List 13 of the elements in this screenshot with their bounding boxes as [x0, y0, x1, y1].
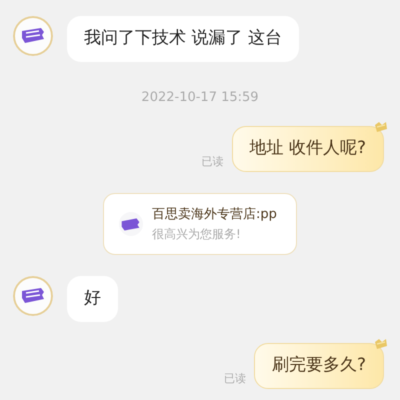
shop-logo-icon [118, 211, 144, 237]
crown-icon [373, 119, 389, 135]
timestamp: 2022-10-17 15:59 [141, 90, 259, 105]
greeting-text: 很高兴为您服务! [152, 226, 242, 243]
avatar-icon [13, 16, 53, 56]
shop-name: 百思卖海外专营店:pp [152, 206, 277, 224]
crown-icon [373, 336, 389, 352]
read-receipt: 已读 [202, 154, 224, 170]
shop-card[interactable]: 百思卖海外专营店:pp 很高兴为您服务! [103, 193, 297, 255]
message-bubble: 我问了下技术 说漏了 这台 [67, 16, 299, 62]
avatar-icon [13, 276, 53, 316]
read-receipt: 已读 [224, 370, 246, 386]
message-bubble: 好 [67, 276, 118, 322]
